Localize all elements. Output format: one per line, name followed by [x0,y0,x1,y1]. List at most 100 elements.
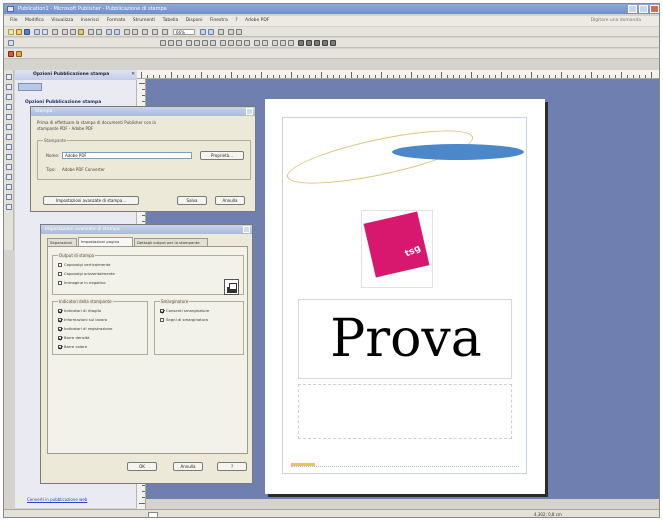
checkbox-box[interactable] [58,281,62,285]
registration-marks-checkbox[interactable]: Indicatori di registrazione [58,326,112,331]
text-tool-icon[interactable] [6,84,12,90]
close-icon[interactable]: ✕ [131,70,135,80]
redo-icon[interactable] [96,29,102,35]
table-tool-icon[interactable] [6,94,12,100]
text-box-tool-icon[interactable] [8,51,14,57]
menu-tabella[interactable]: Tabella [163,16,179,26]
menu-disponi[interactable]: Disponi [186,16,203,26]
dash-style-icon[interactable] [306,40,312,46]
rectangle-tool-icon[interactable] [6,164,12,170]
line-style-icon[interactable] [298,40,304,46]
special-chars-icon[interactable] [162,29,168,35]
html-fragment-tool-icon[interactable] [6,204,12,210]
checkbox-box[interactable] [58,345,62,349]
menu-strumenti[interactable]: Strumenti [133,16,155,26]
ellipse-blue-shape[interactable] [392,144,524,160]
publication-page[interactable]: tsg Prova [265,99,545,494]
zoom-in-icon[interactable] [208,29,214,35]
undo-icon[interactable] [88,29,94,35]
indent-less-icon[interactable] [236,40,242,46]
properties-button[interactable]: Proprietà... [200,151,244,160]
zoom-out-icon[interactable] [200,29,206,35]
help-icon[interactable] [218,29,224,35]
bullets-icon[interactable] [228,40,234,46]
cut-icon[interactable] [62,29,68,35]
columns-icon[interactable] [152,29,158,35]
oval-tool-icon[interactable] [6,154,12,160]
autoshapes-tool-icon[interactable] [6,174,12,180]
new-icon[interactable] [8,29,14,35]
horizontal-ruler[interactable] [137,70,659,79]
justify-icon[interactable] [210,40,216,46]
menu-formato[interactable]: Formato [107,16,126,26]
open-icon[interactable] [16,29,22,35]
picture-tool-icon[interactable] [6,114,12,120]
clipart-tool-icon[interactable] [6,124,12,130]
checkbox-box[interactable] [58,336,62,340]
cancel-button[interactable]: Annulla [173,462,203,471]
arrow-tool-icon[interactable] [6,144,12,150]
empty-text-frame[interactable] [298,384,512,439]
tab-separazioni[interactable]: Separazioni [47,238,77,246]
checkbox-box[interactable] [58,318,62,322]
job-info-checkbox[interactable]: Informazioni sul lavoro [58,317,107,322]
line-color-icon[interactable] [280,40,286,46]
menu-inserisci[interactable]: Inserisci [81,16,99,26]
save-button[interactable]: Salva [177,196,207,205]
checkbox-box[interactable] [58,327,62,331]
density-bars-checkbox[interactable]: Barre densità [58,335,89,340]
menu-adobe-pdf[interactable]: Adobe PDF [245,16,269,26]
color-bars-checkbox[interactable]: Barre colore [58,344,87,349]
design-gallery-icon[interactable] [16,51,22,57]
font-size-up-icon[interactable] [254,40,260,46]
save-icon[interactable] [24,29,30,35]
checkbox-box[interactable] [58,272,62,276]
cancel-button[interactable]: Annulla [215,196,245,205]
zoom-select[interactable]: 66% [173,29,195,35]
wordart-tool-icon[interactable] [6,104,12,110]
pdf-email-icon[interactable] [236,29,242,35]
line-tool-icon[interactable] [6,134,12,140]
italic-icon[interactable] [168,40,174,46]
advanced-print-settings-button[interactable]: Impostazioni avanzate di stampa... [43,196,139,205]
minimize-button[interactable] [628,5,637,13]
hyperlink-icon[interactable] [142,29,148,35]
print-icon[interactable] [34,29,40,35]
insert-picture-icon[interactable] [132,29,138,35]
font-color-icon[interactable] [288,40,294,46]
font-size-down-icon[interactable] [262,40,268,46]
checkbox-box[interactable] [58,263,62,267]
align-left-icon[interactable] [186,40,192,46]
menu-help[interactable]: ? [235,16,237,26]
send-back-icon[interactable] [114,29,120,35]
checkbox-box[interactable] [160,318,164,322]
menu-modifica[interactable]: Modifica [25,16,44,26]
tab-impostazioni-pagina[interactable]: Impostazioni pagina [78,237,133,246]
close-icon[interactable] [246,108,253,115]
bold-icon[interactable] [160,40,166,46]
align-center-icon[interactable] [194,40,200,46]
bring-front-icon[interactable] [106,29,112,35]
negative-image-checkbox[interactable]: Immagine in negativo [58,280,106,285]
flip-horizontal-checkbox[interactable]: Capovolgi orizzontalmente [58,271,115,276]
menu-visualizza[interactable]: Visualizza [51,16,73,26]
copy-icon[interactable] [70,29,76,35]
flip-vertical-checkbox[interactable]: Capovolgi verticalmente [58,262,110,267]
menu-file[interactable]: File [10,16,18,26]
convert-to-web-link[interactable]: Converti in pubblicazione web [27,497,87,502]
checkbox-box[interactable] [58,309,62,313]
preview-icon[interactable] [42,29,48,35]
insert-table-icon[interactable] [124,29,130,35]
paste-icon[interactable] [78,29,84,35]
numbering-icon[interactable] [220,40,226,46]
align-right-icon[interactable] [202,40,208,46]
page-navigator[interactable] [148,512,158,517]
crop-marks-checkbox[interactable]: Indicatori di ritaglio [58,308,101,313]
select-tool-icon[interactable] [6,74,12,80]
3d-style-icon[interactable] [330,40,336,46]
styles-icon[interactable] [8,40,14,46]
checkbox-box[interactable] [160,309,164,313]
arrow-style-icon[interactable] [314,40,320,46]
tab-dettagli-output[interactable]: Dettagli output per la stampante [134,238,208,246]
shadow-style-icon[interactable] [322,40,328,46]
